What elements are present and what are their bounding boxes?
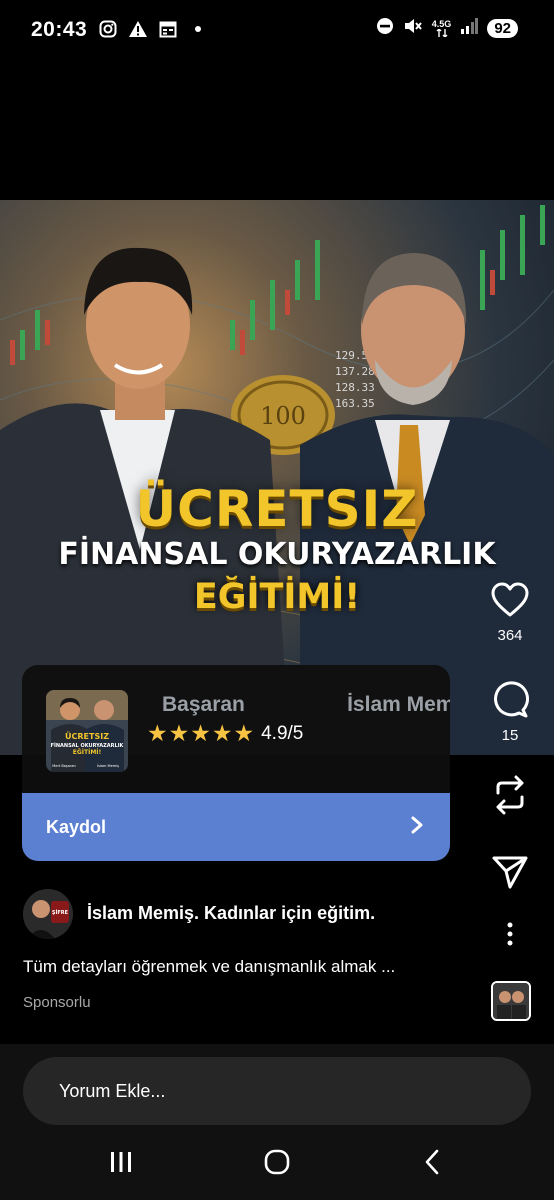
name-right: İslam Memiş — [347, 693, 450, 716]
calendar-icon — [158, 19, 178, 39]
rating: ★★★★★ 4.9/5 — [147, 720, 303, 747]
promo-thumbnail: ÜCRETSIZ FİNANSAL OKURYAZARLIK EĞİTİMİ! … — [46, 690, 128, 772]
comment-count: 15 — [501, 727, 519, 744]
headline-free: ÜCRETSIZ — [135, 480, 419, 538]
rating-value: 4.9/5 — [261, 722, 304, 744]
svg-text:İslam Memiş: İslam Memiş — [97, 763, 119, 768]
author-name[interactable]: İslam Memiş. Kadınlar için eğitim. — [87, 903, 375, 924]
more-vertical-icon — [506, 922, 514, 950]
like-count: 364 — [497, 627, 523, 644]
headline-education: EĞİTİMİ! — [193, 577, 361, 617]
share-button[interactable] — [480, 855, 540, 894]
svg-text:ŞİFRE: ŞİFRE — [52, 909, 69, 916]
instagram-icon — [98, 19, 118, 39]
network-type: 4.5G — [431, 19, 452, 29]
system-status: 4.5G 92 — [376, 17, 518, 40]
recent-apps-icon — [109, 1151, 133, 1178]
clock: 20:43 — [31, 18, 88, 41]
more-options-button[interactable] — [480, 922, 540, 951]
home-button[interactable] — [257, 1148, 297, 1180]
audio-thumbnail[interactable] — [491, 981, 531, 1021]
like-button[interactable]: 364 — [480, 582, 540, 644]
send-icon — [492, 856, 528, 893]
svg-text:EĞİTİMİ!: EĞİTİMİ! — [73, 749, 102, 756]
back-icon — [423, 1149, 441, 1180]
network-indicator: 4.5G — [431, 19, 452, 37]
dnd-icon — [376, 17, 394, 40]
repost-icon — [492, 775, 528, 819]
post-caption[interactable]: Tüm detayları öğrenmek ve danışmanlık al… — [23, 957, 395, 977]
sponsored-label: Sponsorlu — [23, 994, 91, 1011]
mute-icon — [403, 17, 423, 40]
author-avatar[interactable]: ŞİFRE — [23, 889, 73, 939]
repost-button[interactable] — [480, 775, 540, 820]
svg-text:Mert Başaran: Mert Başaran — [52, 764, 75, 768]
signup-button[interactable]: Kaydol — [22, 793, 450, 861]
dot-icon — [188, 19, 208, 39]
name-left: Başaran — [162, 693, 245, 716]
signal-icon — [460, 18, 479, 39]
presenter-names: Başaran İslam Memiş — [162, 693, 450, 717]
heart-icon — [491, 582, 529, 622]
star-icons: ★★★★★ — [147, 720, 256, 746]
comment-placeholder: Yorum Ekle... — [59, 1081, 166, 1101]
warning-icon — [128, 19, 148, 39]
home-icon — [264, 1149, 290, 1180]
comment-icon — [491, 681, 529, 722]
battery-indicator: 92 — [487, 19, 518, 38]
comment-input[interactable]: Yorum Ekle... — [23, 1057, 531, 1125]
notification-icons — [98, 19, 208, 39]
signup-button-label: Kaydol — [46, 816, 107, 837]
back-button[interactable] — [412, 1148, 452, 1180]
recent-apps-button[interactable] — [101, 1148, 141, 1180]
promo-card[interactable]: Başaran İslam Memiş ÜCRETSIZ FİNANSAL OK… — [22, 665, 450, 795]
headline-financial-literacy: FİNANSAL OKURYAZARLIK — [58, 537, 496, 572]
svg-text:FİNANSAL OKURYAZARLIK: FİNANSAL OKURYAZARLIK — [51, 742, 125, 749]
chevron-right-icon — [410, 815, 424, 840]
svg-text:ÜCRETSIZ: ÜCRETSIZ — [65, 731, 109, 741]
status-bar: 20:43 4.5G 92 — [0, 0, 554, 62]
comment-button[interactable]: 15 — [480, 680, 540, 744]
